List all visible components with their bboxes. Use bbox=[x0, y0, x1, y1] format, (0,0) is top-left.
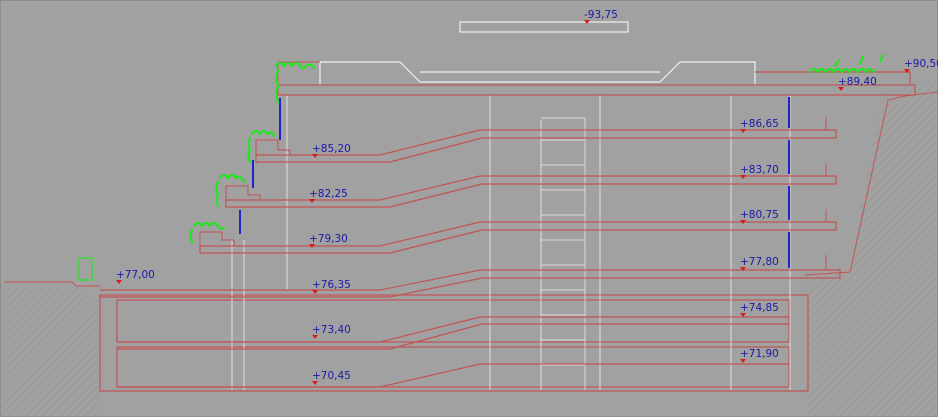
level-label-7930: +79,30 bbox=[309, 233, 348, 245]
level-label-8520: +85,20 bbox=[312, 143, 351, 155]
building-section-drawing: -93,75 +90,50 +89,40 +86,65 +85,20 +83,7… bbox=[0, 0, 938, 417]
level-label-7780: +77,80 bbox=[740, 256, 779, 268]
section-drawing-canvas: -93,75 +90,50 +89,40 +86,65 +85,20 +83,7… bbox=[0, 0, 938, 417]
drawing-frame bbox=[0, 0, 938, 417]
level-label-8665: +86,65 bbox=[740, 118, 779, 130]
level-label-8075: +80,75 bbox=[740, 209, 779, 221]
level-label-roof-slab: +89,40 bbox=[838, 76, 877, 88]
level-label-7340: +73,40 bbox=[312, 324, 351, 336]
level-label-8225: +82,25 bbox=[309, 188, 348, 200]
level-label-7045: +70,45 bbox=[312, 370, 351, 382]
level-label-7635: +76,35 bbox=[312, 279, 351, 291]
level-label-7190: +71,90 bbox=[740, 348, 779, 360]
level-label-7700: +77,00 bbox=[116, 269, 155, 281]
level-label-8370: +83,70 bbox=[740, 164, 779, 176]
level-label-7485: +74,85 bbox=[740, 302, 779, 314]
level-label-roof: -93,75 bbox=[584, 9, 618, 21]
level-label-terrace-right: +90,50 bbox=[904, 58, 938, 70]
